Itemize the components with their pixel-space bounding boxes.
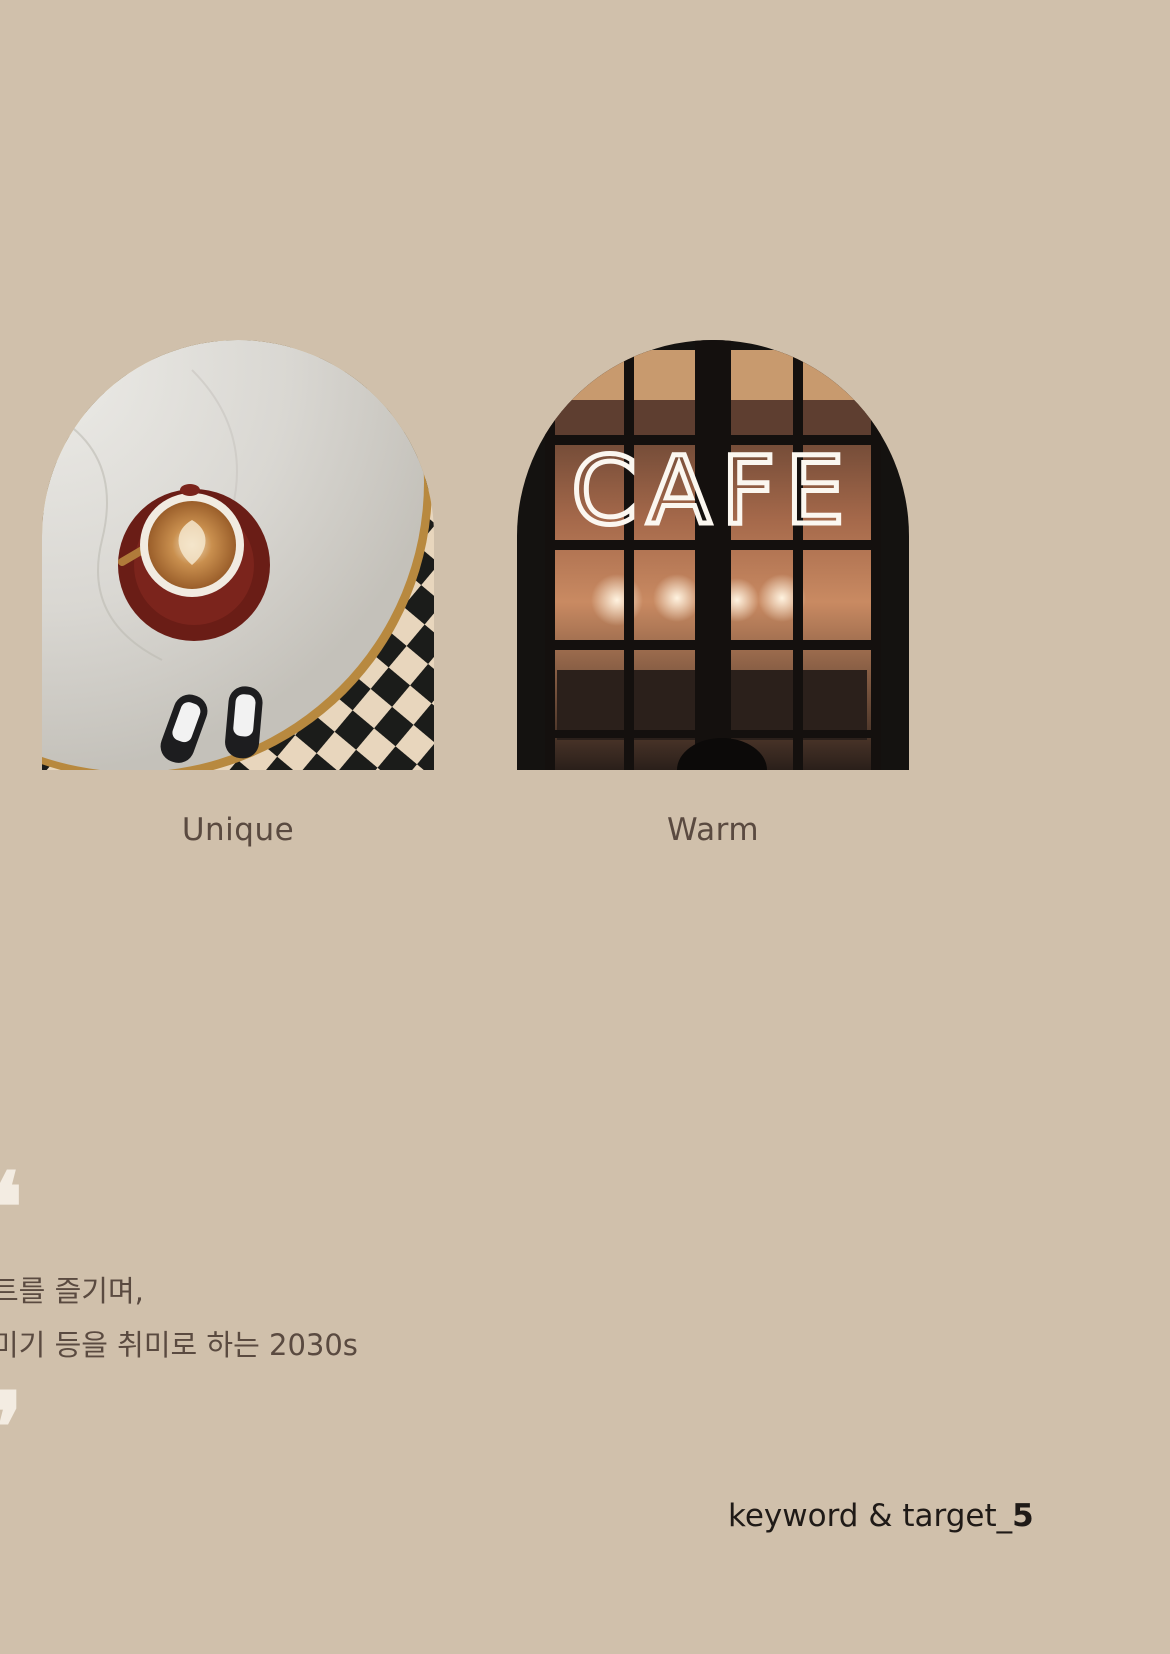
cafe-neon-window-image: CAFE	[517, 340, 909, 770]
keyword-caption-warm: Warm	[666, 812, 760, 848]
unique-photo-card	[42, 340, 434, 770]
page-number: 5	[1012, 1498, 1034, 1534]
page-footer: keyword & target_5	[728, 1498, 1034, 1534]
warm-photo-card: CAFE	[517, 340, 909, 770]
target-description-line-2: 미기 등을 취미로 하는 2030s	[0, 1328, 358, 1362]
open-quote-mark: ❛	[0, 1151, 23, 1264]
close-quote-mark: ❜	[0, 1371, 23, 1484]
target-description-line-1: 트를 즐기며,	[0, 1274, 144, 1308]
footer-label: keyword & target_	[728, 1498, 1013, 1534]
keyword-caption-unique: Unique	[181, 812, 295, 848]
neon-sign-text: CAFE	[571, 437, 854, 546]
latte-on-marble-table-image	[42, 340, 434, 770]
